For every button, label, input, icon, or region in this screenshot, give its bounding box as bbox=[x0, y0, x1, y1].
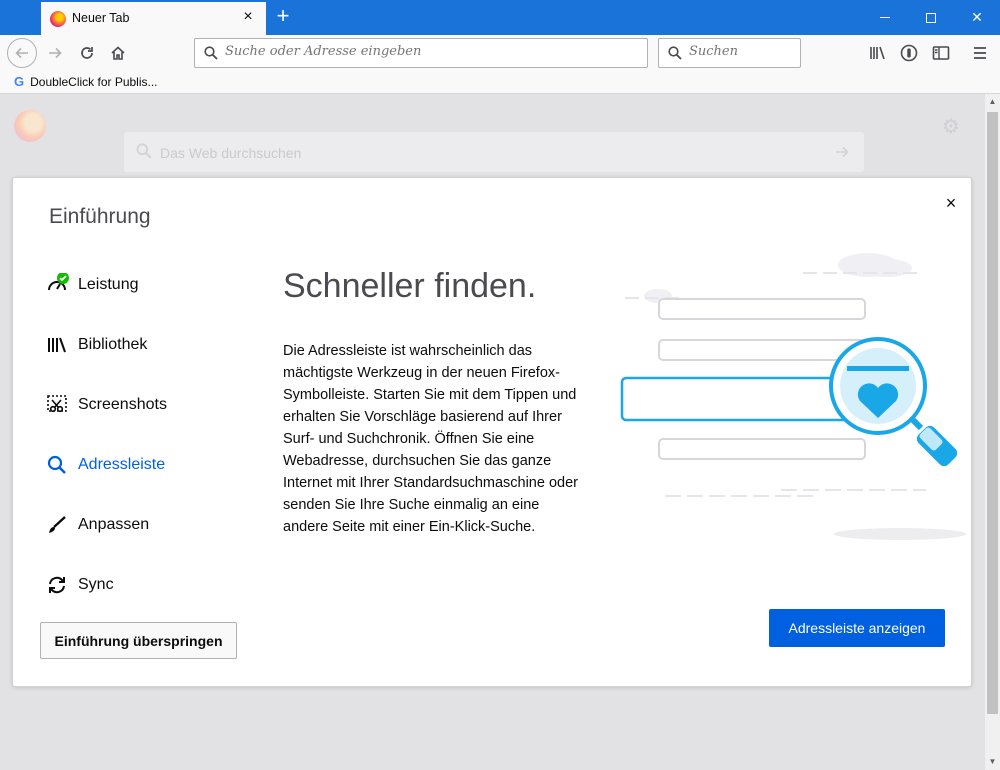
forward-button[interactable] bbox=[40, 38, 70, 68]
library-icon bbox=[45, 333, 69, 357]
onboarding-nav-adressleiste[interactable]: Adressleiste bbox=[45, 450, 165, 480]
search-input[interactable] bbox=[689, 44, 794, 59]
gear-icon: ⚙ bbox=[942, 116, 960, 138]
skip-tour-button[interactable]: Einführung überspringen bbox=[40, 622, 237, 659]
maximize-icon bbox=[926, 12, 936, 23]
sidebar-icon[interactable] bbox=[931, 43, 951, 63]
url-input[interactable] bbox=[225, 44, 625, 59]
back-button[interactable] bbox=[7, 38, 37, 68]
title-bar: Neuer Tab × + ✕ bbox=[0, 0, 1000, 35]
onboarding-nav-anpassen[interactable]: Anpassen bbox=[45, 510, 149, 540]
onboarding-description: Die Adressleiste ist wahrscheinlich das … bbox=[283, 343, 578, 535]
search-icon bbox=[136, 143, 152, 159]
search-icon bbox=[204, 46, 218, 60]
onboarding-nav-bibliothek[interactable]: Bibliothek bbox=[45, 330, 147, 360]
sync-icon bbox=[45, 573, 69, 597]
minimize-icon bbox=[880, 17, 890, 18]
nav-label: Anpassen bbox=[78, 516, 150, 533]
close-icon[interactable]: × bbox=[941, 193, 961, 214]
nav-label: Adressleiste bbox=[78, 456, 166, 473]
nav-bar bbox=[0, 35, 1000, 71]
web-search-placeholder: Das Web durchsuchen bbox=[160, 145, 302, 161]
bookmarks-bar: G DoubleClick for Publis... bbox=[0, 71, 1000, 94]
onboarding-dialog: Einführung × Leistung Bibliothek Screens… bbox=[12, 177, 972, 687]
nav-label: Screenshots bbox=[78, 396, 167, 413]
tracking-protection-icon[interactable] bbox=[899, 43, 919, 63]
nav-label: Bibliothek bbox=[78, 336, 148, 353]
nav-label: Leistung bbox=[78, 276, 139, 293]
dialog-title: Einführung bbox=[49, 205, 151, 228]
reload-icon bbox=[81, 47, 93, 59]
bookmark-item[interactable]: G DoubleClick for Publis... bbox=[14, 74, 158, 89]
scroll-down-icon[interactable]: ▼ bbox=[985, 754, 1000, 770]
firefox-logo-icon bbox=[14, 110, 46, 142]
window-close-button[interactable]: ✕ bbox=[954, 0, 1000, 35]
brush-icon bbox=[45, 513, 69, 537]
new-tab-button[interactable]: + bbox=[272, 4, 294, 28]
scrollbar[interactable]: ▲ ▼ bbox=[985, 94, 1000, 770]
onboarding-nav-sync[interactable]: Sync bbox=[45, 570, 114, 600]
arrow-right-icon bbox=[836, 146, 849, 158]
library-icon[interactable] bbox=[868, 43, 888, 63]
arrow-left-icon bbox=[15, 47, 28, 59]
firefox-icon bbox=[50, 11, 66, 27]
google-icon: G bbox=[14, 74, 25, 89]
home-icon bbox=[111, 46, 125, 60]
onboarding-headline: Schneller finden. bbox=[283, 267, 537, 305]
nav-label: Sync bbox=[78, 576, 114, 593]
bookmark-label: DoubleClick for Publis... bbox=[30, 74, 158, 89]
reload-button[interactable] bbox=[72, 38, 102, 68]
home-button[interactable] bbox=[103, 38, 133, 68]
screenshot-icon bbox=[45, 393, 69, 417]
search-bar[interactable] bbox=[658, 38, 801, 68]
show-address-bar-button[interactable]: Adressleiste anzeigen bbox=[769, 609, 945, 647]
scrollbar-thumb[interactable] bbox=[987, 112, 998, 714]
tab-close-icon[interactable]: × bbox=[239, 8, 257, 26]
search-icon bbox=[45, 453, 69, 477]
web-search-box: Das Web durchsuchen bbox=[124, 132, 864, 172]
onboarding-nav-screenshots[interactable]: Screenshots bbox=[45, 390, 167, 420]
address-bar-illustration bbox=[620, 253, 966, 540]
url-bar[interactable] bbox=[194, 38, 648, 68]
scroll-up-icon[interactable]: ▲ bbox=[985, 94, 1000, 110]
onboarding-nav-leistung[interactable]: Leistung bbox=[45, 270, 139, 300]
tab-neuer-tab[interactable]: Neuer Tab × bbox=[41, 2, 266, 35]
search-icon bbox=[668, 46, 682, 60]
menu-icon[interactable] bbox=[970, 43, 990, 63]
tab-title: Neuer Tab bbox=[72, 11, 130, 25]
gauge-icon bbox=[45, 272, 69, 297]
minimize-button[interactable] bbox=[862, 0, 908, 35]
arrow-right-icon bbox=[49, 47, 62, 59]
maximize-button[interactable] bbox=[908, 0, 954, 35]
